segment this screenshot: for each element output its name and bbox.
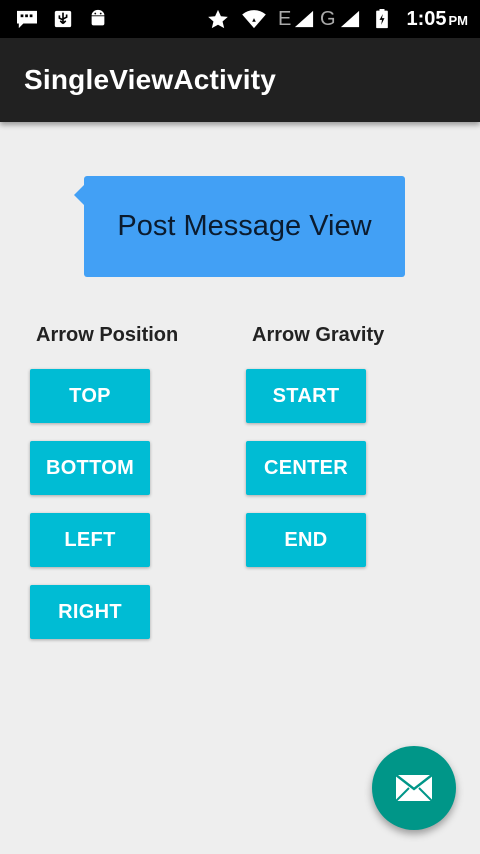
- usb-icon: [54, 10, 72, 28]
- app-bar: SingleViewActivity: [0, 38, 480, 122]
- network-type-e: E: [278, 8, 292, 30]
- bottom-button[interactable]: BOTTOM: [30, 441, 150, 495]
- android-icon: [91, 9, 105, 26]
- bubble-text: Post Message View: [117, 210, 372, 242]
- arrow-position-label: Arrow Position: [36, 324, 179, 346]
- compose-message-fab[interactable]: [372, 746, 456, 830]
- battery-icon: [376, 9, 388, 29]
- clock-time: 1:05: [406, 8, 447, 30]
- network-type-g: G: [320, 8, 336, 30]
- end-button[interactable]: END: [246, 513, 366, 567]
- right-button[interactable]: RIGHT: [30, 585, 150, 639]
- post-message-bubble: Post Message View: [84, 176, 405, 277]
- wifi-icon: [242, 10, 266, 29]
- top-button[interactable]: TOP: [30, 369, 150, 423]
- arrow-gravity-label: Arrow Gravity: [252, 324, 385, 346]
- app-title: SingleViewActivity: [24, 64, 277, 95]
- left-button[interactable]: LEFT: [30, 513, 150, 567]
- mail-icon: [395, 774, 433, 802]
- message-icon: [17, 10, 37, 29]
- clock: 1:05 PM: [406, 8, 468, 31]
- star-icon: [208, 9, 228, 29]
- signal-icon: [294, 10, 314, 28]
- clock-ampm: PM: [448, 13, 469, 28]
- center-button[interactable]: CENTER: [246, 441, 366, 495]
- signal-icon: [340, 10, 360, 28]
- start-button[interactable]: START: [246, 369, 366, 423]
- status-bar: E G 1:05 PM: [0, 0, 480, 38]
